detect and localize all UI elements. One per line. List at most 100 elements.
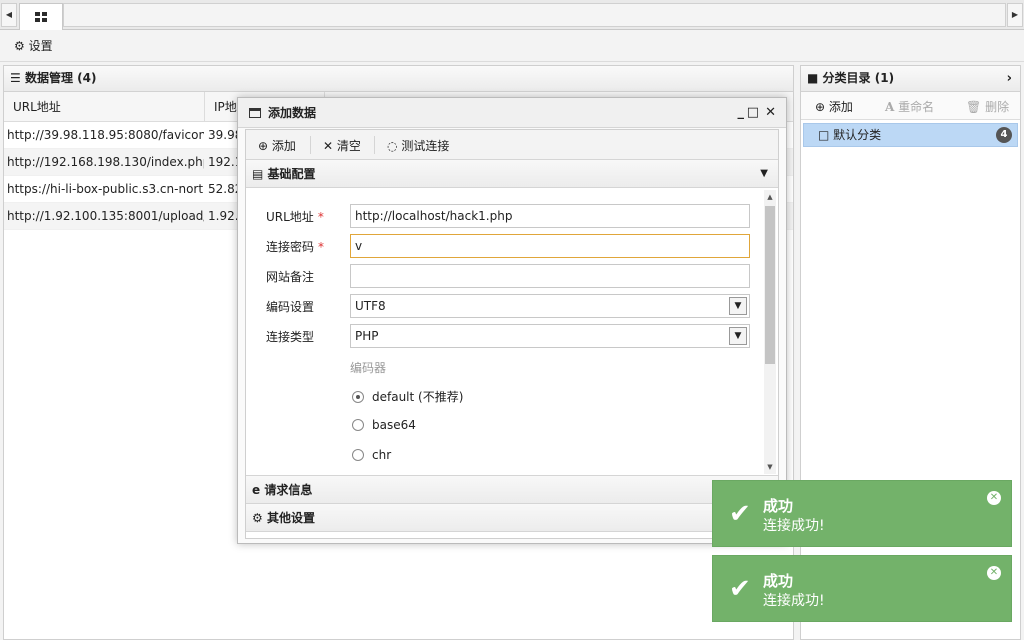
password-label: 连接密码 *: [266, 240, 325, 254]
toast-close-icon[interactable]: ✕: [987, 491, 1001, 505]
main-toolbar: ⚙ 设置: [0, 30, 1024, 62]
gear-icon: ⚙: [14, 39, 25, 53]
delete-category-button[interactable]: 🗑 删除: [966, 98, 1009, 115]
category-panel-count: (1): [874, 71, 895, 85]
row-url: http://192.168.198.130/index.php: [7, 155, 204, 169]
add-label: 添加: [271, 139, 296, 153]
delete-category-label: 删除: [985, 100, 1010, 114]
category-item-label: 默认分类: [833, 128, 882, 142]
section-other-label: 其他设置: [266, 511, 315, 525]
data-panel-header: ☰ 数据管理 (4): [4, 66, 793, 92]
close-button[interactable]: ✕: [765, 98, 776, 128]
section-basic-config[interactable]: ▤ 基础配置 ▼: [246, 160, 778, 188]
row-url: http://1.92.100.135:8001/upload/: [7, 209, 204, 223]
close-icon: ✕: [323, 139, 334, 153]
tab-scroll-left-button[interactable]: ◀: [1, 3, 17, 27]
dialog-title-bar[interactable]: 添加数据 _ □ ✕: [238, 98, 786, 128]
dialog-toolbar: ⊕ 添加 ✕ 清空 ◌ 测试连接: [246, 130, 778, 160]
radio-checked-icon: [352, 391, 364, 403]
grid-icon: [35, 12, 47, 22]
divider: [374, 136, 375, 154]
tab-home[interactable]: [19, 3, 63, 30]
dialog-title: 添加数据: [268, 106, 317, 120]
encoding-value: UTF8: [355, 299, 386, 313]
spinner-icon: ◌: [387, 139, 398, 153]
toast-message: 连接成功!: [763, 518, 825, 534]
list-icon: ☰: [10, 71, 21, 85]
tab-strip: ◀ ▶: [0, 0, 1024, 30]
folder-icon: ■: [807, 71, 819, 85]
data-panel-count: (4): [77, 71, 97, 85]
category-toolbar: ⊕ 添加 A 重命名 🗑 删除: [801, 92, 1020, 120]
maximize-button[interactable]: □: [747, 98, 759, 128]
note-label: 网站备注: [266, 270, 315, 284]
section-other-settings[interactable]: ⚙ 其他设置: [246, 504, 778, 532]
add-button[interactable]: ⊕ 添加: [258, 137, 296, 154]
tab-bar-empty: [63, 3, 1006, 27]
settings-button[interactable]: ⚙ 设置: [14, 37, 53, 54]
encoder-option-base64[interactable]: base64: [352, 418, 416, 432]
url-label: URL地址 *: [266, 210, 324, 224]
gears-icon: ⚙: [252, 511, 263, 525]
row-url: https://hi-li-box-public.s3.cn-north: [7, 182, 204, 196]
encoder-option-chr[interactable]: chr: [352, 448, 391, 462]
divider: [310, 136, 311, 154]
toast-message: 连接成功!: [763, 593, 825, 609]
plus-circle-icon: ⊕: [258, 139, 269, 153]
category-panel-title: 分类目录: [822, 71, 871, 85]
data-panel-title: 数据管理: [24, 71, 73, 85]
encoder-option-default[interactable]: default (不推荐): [352, 388, 463, 405]
test-connection-label: 测试连接: [401, 139, 450, 153]
encoding-select[interactable]: UTF8 ▼: [350, 294, 750, 318]
connection-type-select[interactable]: PHP ▼: [350, 324, 750, 348]
toast-title: 成功: [763, 497, 794, 515]
form-scrollbar[interactable]: ▲ ▼: [764, 190, 776, 474]
dialog-content: ⊕ 添加 ✕ 清空 ◌ 测试连接 ▤ 基础配置 ▼ URL地址 * http://…: [245, 129, 779, 539]
add-category-label: 添加: [828, 100, 853, 114]
scroll-up-icon[interactable]: ▲: [765, 191, 775, 203]
check-icon: ✔: [729, 574, 751, 604]
toast-title: 成功: [763, 572, 794, 590]
row-url: http://39.98.118.95:8080/faviconc: [7, 128, 204, 142]
encoding-label: 编码设置: [266, 300, 315, 314]
category-count-badge: 4: [996, 127, 1012, 143]
chevron-down-icon: ▼: [729, 327, 747, 345]
add-category-button[interactable]: ⊕ 添加: [815, 98, 853, 115]
rename-category-button[interactable]: A 重命名: [885, 98, 934, 115]
toast-close-icon[interactable]: ✕: [987, 566, 1001, 580]
window-icon: [249, 108, 261, 118]
ie-icon: e: [252, 483, 261, 497]
plus-circle-icon: ⊕: [815, 100, 826, 114]
font-icon: A: [885, 100, 895, 114]
section-request-info[interactable]: e 请求信息: [246, 476, 778, 504]
settings-label: 设置: [28, 39, 53, 53]
encoder-label: 编码器: [350, 361, 387, 375]
chevron-right-icon[interactable]: ›: [1007, 66, 1012, 91]
add-data-dialog: 添加数据 _ □ ✕ ⊕ 添加 ✕ 清空 ◌ 测试连接 ▤ 基础配置 ▼ URL…: [237, 97, 787, 544]
test-connection-button[interactable]: ◌ 测试连接: [387, 137, 449, 154]
section-basic-label: 基础配置: [267, 167, 316, 181]
scrollbar-thumb[interactable]: [765, 206, 775, 364]
rename-category-label: 重命名: [898, 100, 935, 114]
trash-icon: 🗑: [966, 100, 982, 114]
file-icon: ▤: [252, 167, 264, 181]
chevron-down-icon: ▼: [760, 168, 768, 179]
type-label: 连接类型: [266, 330, 315, 344]
category-panel-header: ■ 分类目录 (1) ›: [801, 66, 1020, 92]
category-item-default[interactable]: □ 默认分类 4: [803, 123, 1018, 147]
section-request-label: 请求信息: [264, 483, 313, 497]
tab-scroll-right-button[interactable]: ▶: [1007, 3, 1023, 27]
basic-config-form: URL地址 * http://localhost/hack1.php 连接密码 * …: [246, 188, 778, 476]
note-input[interactable]: [350, 264, 750, 288]
password-input[interactable]: v: [350, 234, 750, 258]
clear-label: 清空: [336, 139, 361, 153]
url-input[interactable]: http://localhost/hack1.php: [350, 204, 750, 228]
scroll-down-icon[interactable]: ▼: [765, 461, 775, 473]
success-toast: ✔ 成功 连接成功! ✕: [712, 555, 1012, 622]
folder-open-icon: □: [818, 128, 830, 142]
clear-button[interactable]: ✕ 清空: [323, 137, 361, 154]
minimize-button[interactable]: _: [738, 98, 745, 128]
column-header-url[interactable]: URL地址: [4, 92, 205, 122]
connection-type-value: PHP: [355, 329, 379, 343]
radio-icon: [352, 419, 364, 431]
